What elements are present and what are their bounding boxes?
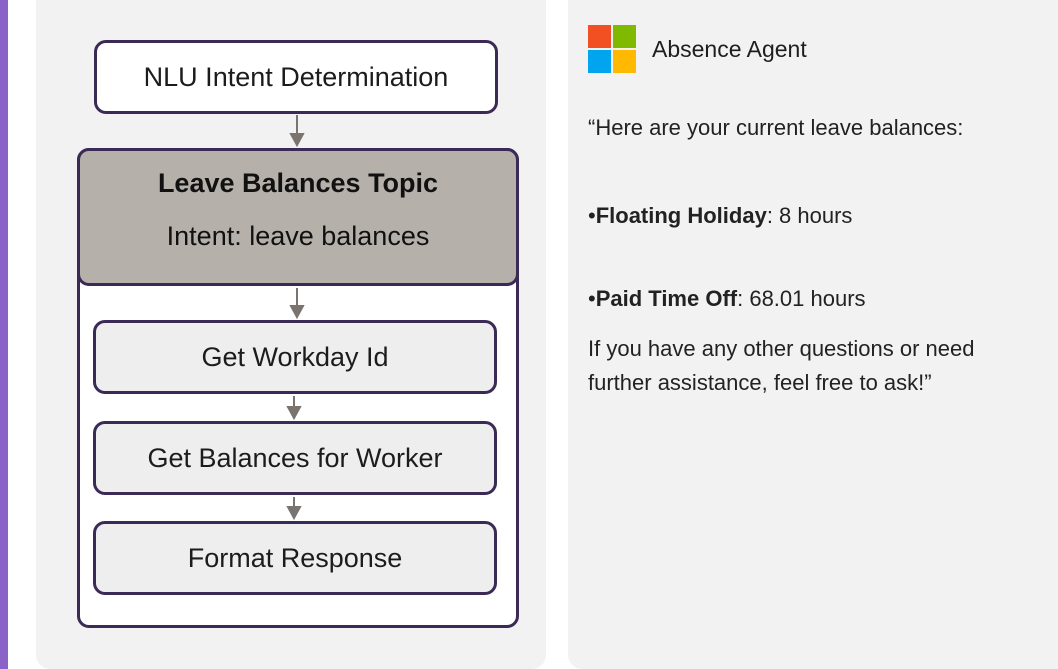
balance-label: Floating Holiday: [595, 203, 767, 228]
balance-value: : 8 hours: [766, 203, 853, 228]
agent-name: Absence Agent: [652, 36, 807, 62]
balance-label: Paid Time Off: [595, 286, 738, 311]
balance-value: : 68.01 hours: [737, 286, 866, 311]
balance-item: •Paid Time Off: 68.01 hours: [588, 282, 1028, 316]
flow-arrows: [286, 115, 305, 521]
logo-square-green: [613, 25, 636, 48]
message-closing: If you have any other questions or need …: [588, 336, 975, 395]
bullet: •: [588, 286, 596, 311]
arrow-down-icon: [289, 288, 305, 320]
logo-square-red: [588, 25, 611, 48]
logo-square-blue: [588, 50, 611, 73]
bullet: •: [588, 203, 596, 228]
logo-square-yellow: [613, 50, 636, 73]
arrow-down-icon: [289, 115, 305, 148]
microsoft-logo-icon: [588, 25, 636, 73]
arrow-down-icon: [286, 396, 302, 421]
balance-item: •Floating Holiday: 8 hours: [588, 199, 1028, 233]
message-intro: “Here are your current leave balances:: [588, 115, 964, 140]
page: Leave Balances Topic Intent: leave balan…: [0, 0, 1058, 669]
arrow-down-icon: [286, 497, 302, 521]
